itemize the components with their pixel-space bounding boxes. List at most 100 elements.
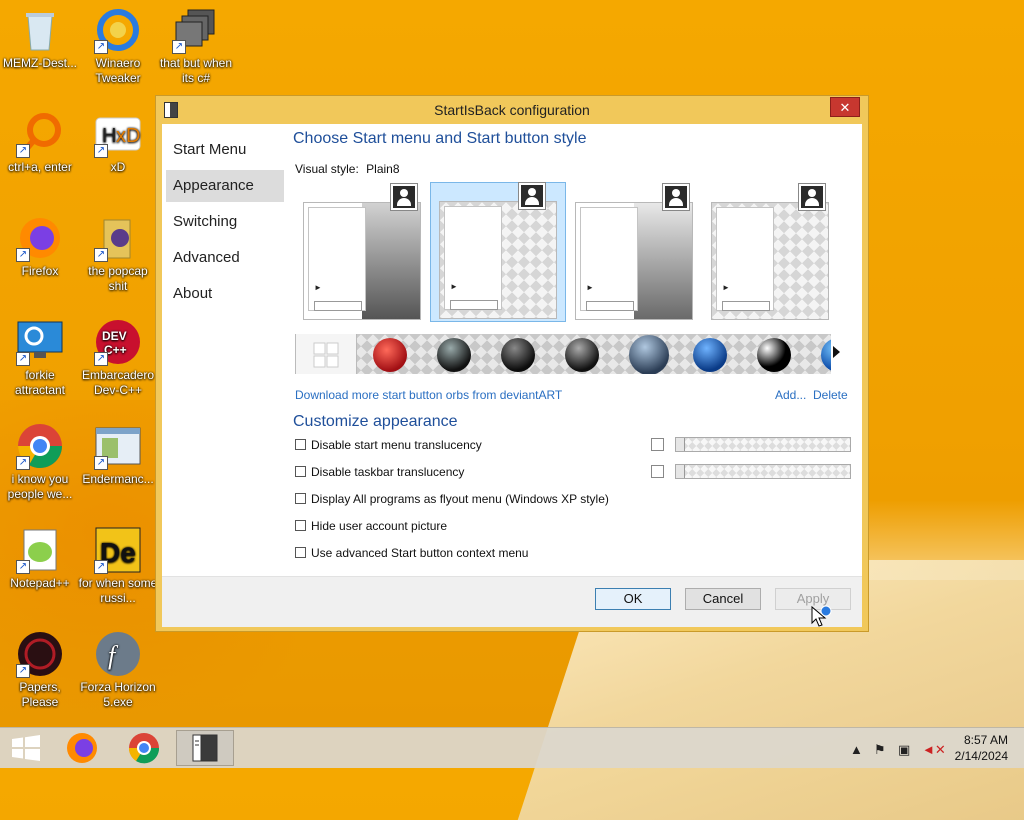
checkbox[interactable] xyxy=(295,439,306,451)
desktop-icon-papers-please[interactable]: ↗ Papers, Please xyxy=(0,630,80,710)
taskbar-firefox[interactable] xyxy=(54,730,110,766)
orb-black-swirl[interactable] xyxy=(757,338,791,372)
orb-windows7[interactable] xyxy=(693,338,727,372)
shortcut-arrow-icon: ↗ xyxy=(94,144,108,158)
style-option-3[interactable]: ► xyxy=(567,184,703,324)
option-disable-start-menu-translucency[interactable]: Disable start menu translucency xyxy=(295,437,482,453)
orb-windows-blue-glass[interactable] xyxy=(629,335,669,374)
style-option-2-selected[interactable]: ► xyxy=(430,182,566,322)
option-disable-taskbar-translucency[interactable]: Disable taskbar translucency xyxy=(295,464,464,480)
recycle-bin-icon xyxy=(16,6,64,54)
taskbar-translucency-slider[interactable] xyxy=(675,464,851,479)
style-preview: ► xyxy=(303,202,421,320)
svg-text:xD: xD xyxy=(116,125,140,147)
desktop-icon-memz[interactable]: MEMZ-Dest... xyxy=(0,6,80,71)
preview-search-box xyxy=(314,301,362,311)
preview-arrow-icon: ► xyxy=(722,283,730,292)
option-label: Use advanced Start button context menu xyxy=(311,546,529,560)
shortcut-arrow-icon: ↗ xyxy=(16,248,30,262)
shortcut-arrow-icon: ↗ xyxy=(94,352,108,366)
cancel-button[interactable]: Cancel xyxy=(685,588,761,610)
option-flyout-all-programs[interactable]: Display All programs as flyout menu (Win… xyxy=(295,491,609,507)
orb-windows-classic-black[interactable] xyxy=(565,338,599,372)
start-menu-translucency-slider[interactable] xyxy=(675,437,851,452)
style-option-1[interactable]: ► xyxy=(295,184,431,324)
download-orbs-link[interactable]: Download more start button orbs from dev… xyxy=(295,388,562,402)
style-option-4[interactable]: ► xyxy=(703,184,839,324)
style-preview: ► xyxy=(439,201,557,319)
de-app-icon: De ↗ xyxy=(94,526,142,574)
slider-thumb[interactable] xyxy=(676,465,685,478)
desktop-icon-label: Notepad++ xyxy=(10,576,70,590)
volume-muted-icon[interactable]: ◄✕ xyxy=(922,742,946,758)
shortcut-arrow-icon: ↗ xyxy=(16,664,30,678)
orb-partial[interactable] xyxy=(821,338,831,372)
preview-arrow-icon: ► xyxy=(314,283,322,292)
mouse-cursor-icon xyxy=(810,605,834,634)
start-menu-translucency-color-box[interactable] xyxy=(651,438,664,451)
desktop-icon-label: Embarcadero Dev-C++ xyxy=(81,368,155,397)
taskbar-startisback-config[interactable] xyxy=(176,730,234,766)
svg-text:DEV: DEV xyxy=(102,329,127,343)
taskbar-chrome[interactable] xyxy=(116,730,172,766)
dialog-footer: OK Cancel Apply xyxy=(162,576,862,627)
network-icon[interactable]: ▣ xyxy=(898,742,910,758)
start-orb-strip[interactable] xyxy=(295,334,831,374)
style-section-title: Choose Start menu and Start button style xyxy=(293,130,587,147)
checkbox[interactable] xyxy=(295,520,306,532)
nav-item-switching[interactable]: Switching xyxy=(166,206,284,238)
add-orb-link[interactable]: Add... xyxy=(775,388,806,402)
window-titlebar[interactable]: StartIsBack configuration ✕ xyxy=(156,96,868,124)
desktop-icon-csharp[interactable]: ↗ that but when its c# xyxy=(156,6,236,86)
window-client: Start Menu Appearance Switching Advanced… xyxy=(162,124,862,627)
desktop-icon-de[interactable]: De ↗ for when some russi... xyxy=(78,526,158,606)
visual-style-label: Visual style: xyxy=(295,162,359,176)
action-center-flag-icon[interactable]: ⚑ xyxy=(874,742,886,758)
nav-item-about[interactable]: About xyxy=(166,278,284,310)
checkbox[interactable] xyxy=(295,493,306,505)
desktop-icon-label: for when some russi... xyxy=(78,576,158,605)
desktop-icon-firefox[interactable]: ↗ Firefox xyxy=(0,214,80,279)
ok-button[interactable]: OK xyxy=(595,588,671,610)
desktop-icon-xd[interactable]: HxD ↗ xD xyxy=(78,110,158,175)
nav-item-advanced[interactable]: Advanced xyxy=(166,242,284,274)
slider-thumb[interactable] xyxy=(676,438,685,451)
desktop-icon-popcap[interactable]: ↗ the popcap shit xyxy=(78,214,158,294)
orb-windows-vista[interactable] xyxy=(501,338,535,372)
orb-scroll-right-icon[interactable] xyxy=(833,346,840,358)
desktop-icon-notepadpp[interactable]: ↗ Notepad++ xyxy=(0,526,80,591)
nav-item-start-menu[interactable]: Start Menu xyxy=(166,134,284,166)
desktop-icon-forkie[interactable]: ↗ forkie attractant xyxy=(0,318,80,398)
option-advanced-context-menu[interactable]: Use advanced Start button context menu xyxy=(295,545,528,561)
show-hidden-icons-icon[interactable]: ▲ xyxy=(850,742,863,757)
preview-arrow-icon: ► xyxy=(586,283,594,292)
option-hide-user-picture[interactable]: Hide user account picture xyxy=(295,518,447,534)
clock-date[interactable]: 2/14/2024 xyxy=(955,749,1008,763)
close-button[interactable]: ✕ xyxy=(830,97,860,117)
shortcut-arrow-icon: ↗ xyxy=(16,456,30,470)
visual-style-value: Plain8 xyxy=(366,162,400,176)
desktop-icon-winaero[interactable]: ↗ Winaero Tweaker xyxy=(78,6,158,86)
desktop-icon-devcpp[interactable]: DEV C++ ↗ Embarcadero Dev-C++ xyxy=(78,318,158,398)
checkbox[interactable] xyxy=(295,547,306,559)
preview-search-box xyxy=(586,301,634,311)
style-preview: ► xyxy=(711,202,829,320)
delete-orb-link[interactable]: Delete xyxy=(813,388,848,402)
desktop-icon-chrome[interactable]: ↗ i know you people we... xyxy=(0,422,80,502)
user-picture-icon xyxy=(519,183,545,209)
search-ring-icon: ↗ xyxy=(16,110,64,158)
orb-ornament[interactable] xyxy=(373,338,407,372)
clock-time[interactable]: 8:57 AM xyxy=(964,733,1008,747)
preview-menu-pane xyxy=(444,206,502,310)
orb-windows8-flat[interactable] xyxy=(295,334,357,374)
appearance-panel: Choose Start menu and Start button style… xyxy=(293,124,862,577)
taskbar-translucency-color-box[interactable] xyxy=(651,465,664,478)
shortcut-arrow-icon: ↗ xyxy=(94,248,108,262)
checkbox[interactable] xyxy=(295,466,306,478)
desktop-icon-endermanch[interactable]: ↗ Endermanc... xyxy=(78,422,158,487)
nav-item-appearance[interactable]: Appearance xyxy=(166,170,284,202)
orb-windows-xp-dark[interactable] xyxy=(437,338,471,372)
desktop-icon-ctrla[interactable]: ↗ ctrl+a, enter xyxy=(0,110,80,175)
start-button[interactable] xyxy=(0,730,56,766)
desktop-icon-forza[interactable]: f Forza Horizon 5.exe xyxy=(78,630,158,710)
